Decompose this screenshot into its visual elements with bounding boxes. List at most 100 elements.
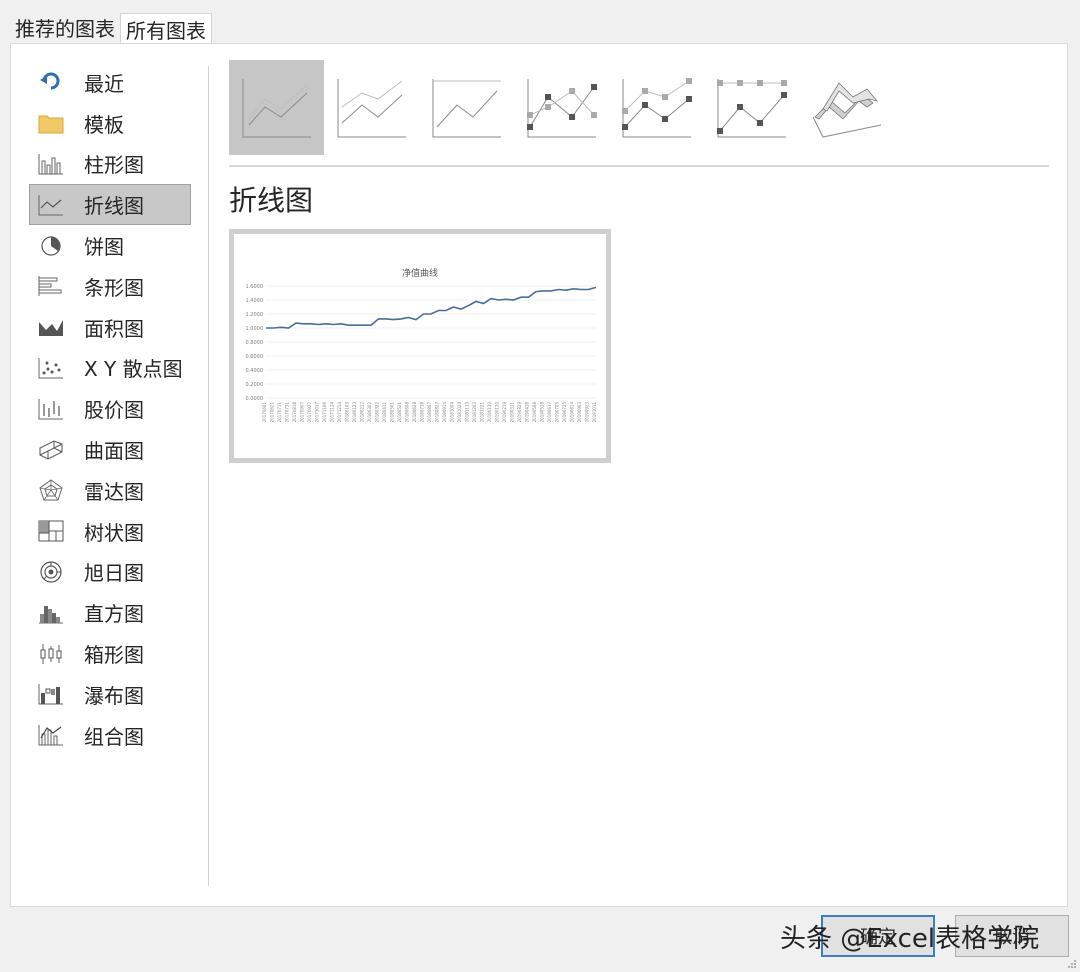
line-with-markers-subtype-icon[interactable] xyxy=(514,60,609,155)
sidebar-item-pie[interactable]: 饼图 xyxy=(29,225,191,266)
x-tick-label: 20181004 xyxy=(450,402,455,423)
y-tick-label: 1.0000 xyxy=(246,326,264,332)
sidebar-item-scatter[interactable]: X Y 散点图 xyxy=(29,348,191,389)
x-tick-label: 20180914 xyxy=(442,402,447,423)
cancel-button[interactable]: 取消 xyxy=(955,915,1069,957)
waterfall-chart-icon xyxy=(36,682,66,706)
column-chart-icon xyxy=(36,152,66,176)
sidebar-item-combo[interactable]: 组合图 xyxy=(29,715,191,756)
x-axis-ticks: 20170601 20170621 20170711 20170731 20170818… xyxy=(262,402,597,423)
sidebar-item-column[interactable]: 柱形图 xyxy=(29,144,191,185)
x-tick-label: 20190705 xyxy=(555,402,560,423)
y-tick-label: 0.8000 xyxy=(246,340,264,346)
x-tick-label: 20170907 xyxy=(300,402,305,423)
x-tick-label: 20190130 xyxy=(495,402,500,423)
y-tick-label: 1.6000 xyxy=(246,284,264,290)
ok-button[interactable]: 确定 xyxy=(821,915,935,957)
line-subtype-icon[interactable] xyxy=(229,60,324,155)
chart-gallery-panel: 最近 模板 柱形图 折线图 饼图 条形图 面积图 X Y 散点图 股价图 曲面图… xyxy=(10,43,1068,907)
y-tick-label: 0.4000 xyxy=(246,368,264,374)
x-tick-label: 20190814 xyxy=(570,402,575,423)
series-line xyxy=(266,286,597,329)
x-tick-label: 20190617 xyxy=(547,402,552,423)
x-tick-label: 20190528 xyxy=(540,402,545,423)
chart-type-list: 最近 模板 柱形图 折线图 饼图 条形图 面积图 X Y 散点图 股价图 曲面图… xyxy=(29,62,191,756)
sidebar-item-waterfall[interactable]: 瀑布图 xyxy=(29,674,191,715)
sidebar-item-recent[interactable]: 最近 xyxy=(29,62,191,103)
sidebar-item-label: 树状图 xyxy=(84,520,144,545)
x-tick-label: 20180501 xyxy=(390,402,395,423)
line-subtype-strip xyxy=(229,60,894,155)
x-tick-label: 20190418 xyxy=(525,402,530,423)
x-tick-label: 20180521 xyxy=(397,402,402,423)
radar-chart-icon xyxy=(36,478,66,502)
x-tick-label: 20190923 xyxy=(585,402,590,423)
sidebar-item-label: 模板 xyxy=(84,112,124,137)
chart-preview[interactable]: 净值曲线 1.6000 1.4000 1.2000 1.0000 0.8000 0.600… xyxy=(229,229,611,463)
sidebar-item-histogram[interactable]: 直方图 xyxy=(29,592,191,633)
x-tick-label: 20190311 xyxy=(510,402,515,423)
combo-chart-icon xyxy=(36,723,66,747)
chart-type-title: 折线图 xyxy=(229,184,314,217)
sidebar-item-bar[interactable]: 条形图 xyxy=(29,266,191,307)
preview-chart: 净值曲线 1.6000 1.4000 1.2000 1.0000 0.8000 0.600… xyxy=(246,267,598,423)
sidebar-item-label: 瀑布图 xyxy=(84,683,144,708)
sidebar-item-label: 箱形图 xyxy=(84,643,144,668)
subtype-divider xyxy=(229,165,1049,167)
sidebar-item-label: 折线图 xyxy=(84,194,144,219)
chart-title: 净值曲线 xyxy=(402,267,438,279)
x-tick-label: 20171106 xyxy=(322,402,327,423)
100-stacked-line-subtype-icon[interactable] xyxy=(419,60,514,155)
tab-recommended-charts[interactable]: 推荐的图表 xyxy=(10,12,120,44)
x-tick-label: 20170927 xyxy=(307,402,312,423)
x-tick-label: 20190329 xyxy=(517,402,522,423)
sidebar-item-label: 最近 xyxy=(84,71,124,96)
tab-all-charts[interactable]: 所有图表 xyxy=(120,13,212,45)
sidebar-item-label: 旭日图 xyxy=(84,561,144,586)
sidebar-item-box-whisker[interactable]: 箱形图 xyxy=(29,633,191,674)
sidebar-item-label: 面积图 xyxy=(84,316,144,341)
sidebar-item-label: 曲面图 xyxy=(84,439,144,464)
stock-chart-icon xyxy=(36,397,66,421)
x-tick-label: 20180322 xyxy=(375,402,380,423)
x-tick-label: 20170818 xyxy=(292,402,297,423)
sidebar-item-area[interactable]: 面积图 xyxy=(29,307,191,348)
sidebar-item-treemap[interactable]: 树状图 xyxy=(29,511,191,552)
sidebar-item-label: 组合图 xyxy=(84,724,144,749)
line-chart-icon xyxy=(36,193,66,217)
3d-line-subtype-icon[interactable] xyxy=(799,60,894,155)
x-tick-label: 20180103 xyxy=(345,402,350,423)
recent-icon xyxy=(36,70,66,94)
stacked-line-with-markers-subtype-icon[interactable] xyxy=(609,60,704,155)
sidebar-item-line[interactable]: 折线图 xyxy=(29,184,191,226)
x-tick-label: 20190508 xyxy=(532,402,537,423)
resize-grip-icon[interactable] xyxy=(1067,959,1077,969)
stacked-line-subtype-icon[interactable] xyxy=(324,60,419,155)
tab-strip: 推荐的图表 所有图表 xyxy=(10,12,212,45)
x-tick-label: 20180718 xyxy=(420,402,425,423)
x-tick-label: 20190725 xyxy=(562,402,567,423)
area-chart-icon xyxy=(36,315,66,339)
sidebar-item-surface[interactable]: 曲面图 xyxy=(29,429,191,470)
sidebar-item-sunburst[interactable]: 旭日图 xyxy=(29,552,191,593)
sidebar-item-radar[interactable]: 雷达图 xyxy=(29,470,191,511)
x-tick-label: 20181221 xyxy=(480,402,485,423)
sidebar-item-label: 条形图 xyxy=(84,275,144,300)
x-tick-label: 20170601 xyxy=(262,402,267,423)
box-whisker-chart-icon xyxy=(36,642,66,666)
x-tick-label: 20180212 xyxy=(360,402,365,423)
sidebar-item-label: 饼图 xyxy=(84,235,124,260)
x-tick-label: 20181024 xyxy=(457,402,462,423)
x-tick-label: 20171017 xyxy=(315,402,320,423)
sidebar-item-label: 直方图 xyxy=(84,602,144,627)
sidebar-item-templates[interactable]: 模板 xyxy=(29,103,191,144)
x-tick-label: 20170731 xyxy=(285,402,290,423)
y-tick-label: 0.2000 xyxy=(246,382,264,388)
sidebar-item-stock[interactable]: 股价图 xyxy=(29,388,191,429)
folder-icon xyxy=(36,111,66,135)
x-tick-label: 20180608 xyxy=(405,402,410,423)
x-tick-label: 20171214 xyxy=(337,402,342,423)
100-stacked-line-with-markers-subtype-icon[interactable] xyxy=(704,60,799,155)
x-tick-label: 20170621 xyxy=(270,402,275,423)
scatter-chart-icon xyxy=(36,356,66,380)
